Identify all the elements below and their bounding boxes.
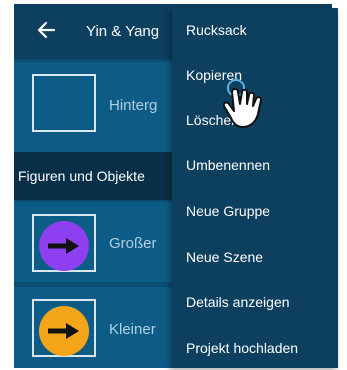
page-title: Yin & Yang [86, 23, 160, 40]
context-menu: Rucksack Kopieren Löschen Umbenennen Neu… [172, 8, 338, 368]
arrow-right-icon [48, 323, 79, 339]
menu-item-neue-szene[interactable]: Neue Szene [172, 235, 338, 279]
menu-item-label: Neue Gruppe [186, 203, 271, 219]
background-thumbnail [32, 74, 96, 132]
purple-circle [39, 221, 89, 271]
menu-item-label: Projekt hochladen [186, 340, 299, 356]
object-label: Großer [109, 235, 157, 252]
orange-circle [39, 306, 89, 356]
section-title: Figuren und Objekte [18, 168, 145, 184]
menu-item-label: Rucksack [186, 22, 247, 38]
menu-item-neue-gruppe[interactable]: Neue Gruppe [172, 189, 338, 233]
menu-item-projekt-hochladen[interactable]: Projekt hochladen [172, 326, 338, 370]
arrow-right-icon [48, 238, 79, 254]
menu-item-label: Neue Szene [186, 249, 264, 265]
menu-item-label: Umbenennen [186, 157, 271, 173]
background-label: Hinterg [109, 97, 158, 114]
menu-item-rucksack[interactable]: Rucksack [172, 8, 338, 52]
back-arrow-icon[interactable] [34, 18, 58, 42]
object-label: Kleiner [109, 321, 156, 338]
object-thumbnail [32, 299, 96, 357]
menu-item-label: Details anzeigen [186, 294, 290, 310]
menu-item-details-anzeigen[interactable]: Details anzeigen [172, 280, 338, 324]
menu-item-umbenennen[interactable]: Umbenennen [172, 143, 338, 187]
object-thumbnail [32, 214, 96, 272]
tap-hand-icon [222, 79, 263, 128]
